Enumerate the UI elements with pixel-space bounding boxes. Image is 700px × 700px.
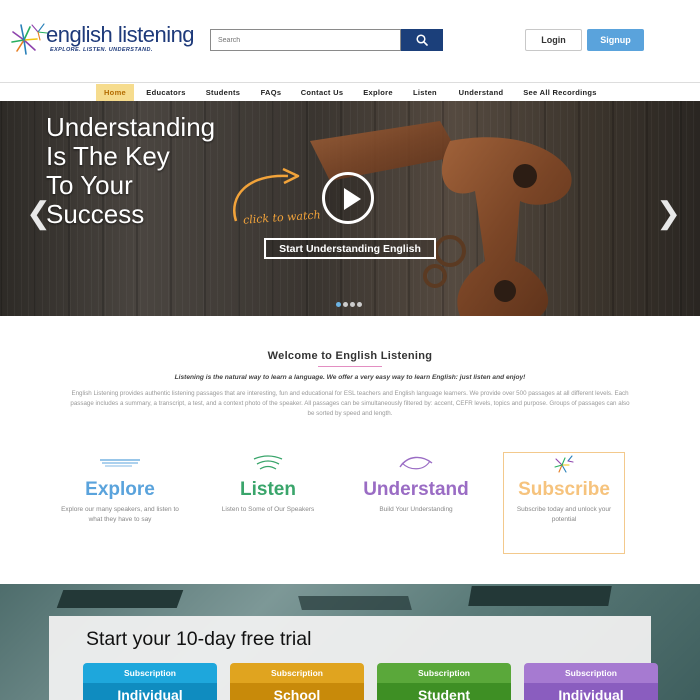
feature-desc: Subscribe today and unlock your potentia… — [516, 506, 612, 523]
nav-item-understand[interactable]: Understand — [454, 84, 508, 101]
welcome-body: English Listening provides authentic lis… — [70, 390, 630, 417]
feature-title: Understand — [363, 479, 469, 500]
chevron-left-icon[interactable]: ❮ — [26, 196, 51, 231]
hero-title: Understanding Is The Key To Your Success — [46, 113, 215, 229]
card-label: Subscription — [83, 663, 217, 683]
carousel-dot[interactable] — [343, 302, 348, 307]
site-logo[interactable]: english listening EXPLORE. LISTEN. UNDER… — [10, 20, 195, 60]
welcome-divider — [318, 366, 382, 367]
sparkle-logo-icon — [11, 23, 48, 55]
nav-item-contact-us[interactable]: Contact Us — [297, 84, 347, 101]
hero-carousel: Understanding Is The Key To Your Success… — [0, 101, 700, 316]
hero-line: To Your — [46, 170, 133, 200]
start-understanding-button[interactable]: Start Understanding English — [264, 238, 436, 259]
welcome-title: Welcome to English Listening — [267, 350, 433, 362]
hero-line: Understanding — [46, 112, 216, 142]
card-name: Student — [377, 683, 511, 700]
card-name: Individual — [524, 683, 658, 700]
card-label: Subscription — [524, 663, 658, 683]
sparkle-logo-icon — [554, 455, 574, 473]
nav-item-listen[interactable]: Listen — [408, 84, 442, 101]
graduation-cap-shape — [468, 586, 612, 606]
feature-title: Listen — [240, 479, 296, 500]
search-bar — [210, 29, 443, 51]
signup-button[interactable]: Signup — [587, 29, 644, 51]
subscription-card-student[interactable]: Subscription Student — [377, 663, 511, 700]
sound-waves-icon — [253, 455, 283, 470]
nav-item-see-all-recordings[interactable]: See All Recordings — [520, 84, 600, 101]
carousel-dots — [336, 302, 362, 307]
card-label: Subscription — [230, 663, 364, 683]
card-name: School — [230, 683, 364, 700]
graduation-cap-shape — [298, 596, 412, 610]
search-input[interactable] — [210, 29, 401, 51]
subscription-card-school[interactable]: Subscription School — [230, 663, 364, 700]
nav-item-students[interactable]: Students — [201, 84, 245, 101]
feature-listen[interactable]: Listen Listen to Some of Our Speakers — [208, 455, 328, 551]
hero-line: Is The Key — [46, 141, 170, 171]
carousel-dot[interactable] — [357, 302, 362, 307]
play-icon — [344, 188, 361, 210]
explore-lines-icon — [100, 459, 140, 467]
logo-title: english listening — [46, 22, 195, 47]
subscription-card-individual[interactable]: Subscription Individual — [83, 663, 217, 700]
graduation-cap-shape — [56, 590, 184, 608]
nav-item-faqs[interactable]: FAQs — [256, 84, 286, 101]
carousel-dot[interactable] — [350, 302, 355, 307]
search-button[interactable] — [401, 29, 443, 51]
trial-title: Start your 10-day free trial — [86, 628, 312, 650]
card-name: Individual — [83, 683, 217, 700]
feature-title: Explore — [85, 479, 155, 500]
logo-tagline: EXPLORE. LISTEN. UNDERSTAND. — [50, 47, 153, 53]
search-icon — [416, 34, 428, 46]
site-header: english listening EXPLORE. LISTEN. UNDER… — [0, 0, 700, 82]
feature-title: Subscribe — [518, 479, 610, 500]
hero-line: Success — [46, 199, 145, 229]
main-nav: Home Educators Students FAQs Contact Us … — [0, 82, 700, 101]
nav-item-home[interactable]: Home — [96, 84, 134, 101]
subscription-card-individual-2[interactable]: Subscription Individual — [524, 663, 658, 700]
feature-desc: Explore our many speakers, and listen to… — [61, 506, 179, 523]
card-label: Subscription — [377, 663, 511, 683]
welcome-lead: Listening is the natural way to learn a … — [174, 374, 526, 381]
chevron-right-icon[interactable]: ❯ — [656, 196, 681, 231]
feature-desc: Listen to Some of Our Speakers — [221, 506, 315, 513]
nav-item-educators[interactable]: Educators — [142, 84, 190, 101]
carousel-dot[interactable] — [336, 302, 341, 307]
feature-subscribe[interactable]: Subscribe Subscribe today and unlock you… — [504, 455, 624, 551]
feature-explore[interactable]: Explore Explore our many speakers, and l… — [60, 455, 180, 551]
feature-understand[interactable]: Understand Build Your Understanding — [356, 455, 476, 551]
understand-swirl-icon — [399, 456, 433, 470]
login-button[interactable]: Login — [525, 29, 582, 51]
feature-desc: Build Your Understanding — [379, 506, 453, 513]
nav-item-explore[interactable]: Explore — [358, 84, 398, 101]
play-button[interactable] — [322, 172, 374, 224]
